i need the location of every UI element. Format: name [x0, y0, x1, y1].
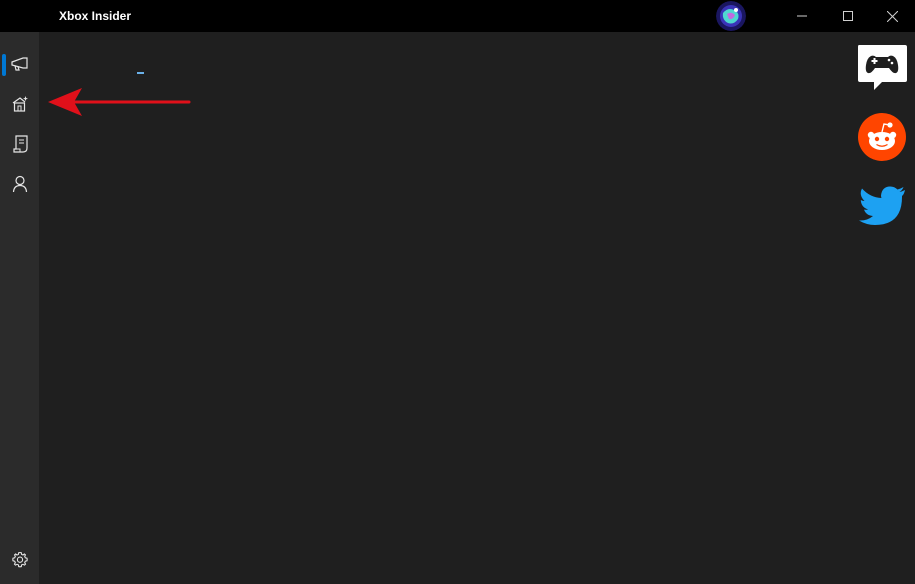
close-icon: [886, 10, 898, 22]
minimize-button[interactable]: [779, 0, 825, 32]
twitter-icon: [859, 186, 905, 225]
sidebar: [0, 32, 39, 584]
sidebar-item-surveys[interactable]: [0, 124, 39, 164]
twitter-button[interactable]: [855, 180, 909, 234]
person-icon: [12, 175, 27, 193]
maximize-button[interactable]: [825, 0, 871, 32]
settings-button[interactable]: [0, 540, 39, 580]
close-button[interactable]: [869, 0, 915, 32]
xbox-forums-button[interactable]: [855, 40, 909, 94]
loading-indicator: [137, 72, 144, 74]
sidebar-item-announcements[interactable]: [0, 44, 39, 84]
reddit-button[interactable]: [855, 110, 909, 164]
reddit-icon: [858, 113, 906, 161]
megaphone-icon: [10, 57, 28, 71]
app-title: Xbox Insider: [59, 9, 132, 23]
house-sparkle-icon: [12, 96, 28, 112]
sidebar-item-insider-content[interactable]: [0, 84, 39, 124]
document-icon: [12, 135, 28, 153]
minimize-icon: [797, 15, 807, 17]
gear-icon: [11, 551, 28, 568]
title-bar: Xbox Insider: [0, 0, 915, 32]
annotation-arrow: [48, 88, 191, 116]
sidebar-item-profile[interactable]: [0, 164, 39, 204]
avatar[interactable]: [716, 1, 746, 31]
controller-chat-icon: [858, 45, 907, 90]
maximize-icon: [843, 11, 853, 21]
